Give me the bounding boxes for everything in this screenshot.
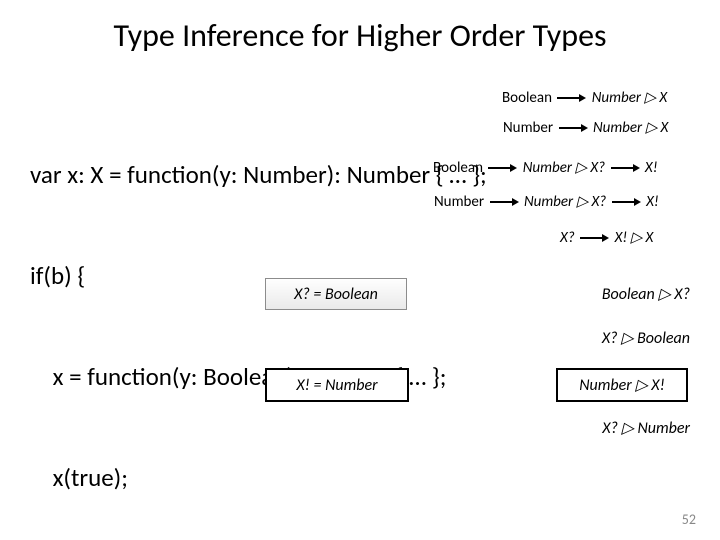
annotation-4: Number Number ▷ X? X!	[434, 192, 659, 211]
ann-3-rhs: X!	[645, 159, 658, 177]
ann-3-lhs: Boolean	[433, 159, 483, 177]
arrow-icon	[488, 159, 517, 177]
code-line-1: var x: X = function(y: Number): Number {…	[30, 158, 487, 192]
code-line-2: if(b) {	[30, 259, 487, 293]
right-boolean-xq: Boolean ▷ X?	[602, 284, 690, 304]
ann-3-mid: Number ▷ X?	[523, 159, 605, 177]
box-xq-equals: X? = Boolean	[265, 278, 407, 310]
slide: Type Inference for Higher Order Types va…	[0, 0, 720, 540]
box-xq-label: X? = Boolean	[294, 285, 378, 304]
arrow-icon	[612, 193, 641, 211]
annotation-3: Boolean Number ▷ X? X!	[433, 158, 658, 177]
right-xq-number: X? ▷ Number	[602, 418, 690, 438]
ann-1-lhs: Boolean	[502, 89, 552, 107]
box-number-xb: Number ▷ X!	[556, 368, 688, 402]
arrow-icon	[611, 159, 640, 177]
ann-5-rhs: X! ▷ X	[615, 229, 654, 247]
annotation-1: Boolean Number ▷ X	[502, 88, 667, 107]
annotation-2: Number Number ▷ X	[503, 118, 668, 137]
arrow-icon	[559, 119, 588, 137]
arrow-icon	[580, 229, 609, 247]
code-block: var x: X = function(y: Number): Number {…	[30, 90, 487, 540]
arrow-icon	[557, 89, 586, 107]
ann-4-mid: Number ▷ X?	[524, 193, 606, 211]
ann-2-rhs: Number ▷ X	[593, 119, 668, 137]
right-xq-boolean: X? ▷ Boolean	[602, 328, 690, 348]
ann-5-lhs: X?	[560, 229, 575, 247]
ann-4-lhs: Number	[434, 193, 484, 211]
ann-2-lhs: Number	[503, 119, 553, 137]
page-title: Type Inference for Higher Order Types	[0, 16, 720, 55]
code-line-4: x(true);	[30, 461, 487, 495]
box-number-xb-label: Number ▷ X!	[579, 375, 665, 395]
page-number: 52	[682, 511, 696, 528]
box-xb-equals: X! = Number	[265, 368, 409, 402]
code-line-3: x = function(y: Boolean): Number { … };	[30, 360, 487, 394]
box-xb-label: X! = Number	[296, 376, 377, 395]
annotation-5: X? X! ▷ X	[560, 228, 653, 247]
ann-4-rhs: X!	[646, 193, 659, 211]
arrow-icon	[490, 193, 519, 211]
ann-1-rhs: Number ▷ X	[592, 89, 667, 107]
